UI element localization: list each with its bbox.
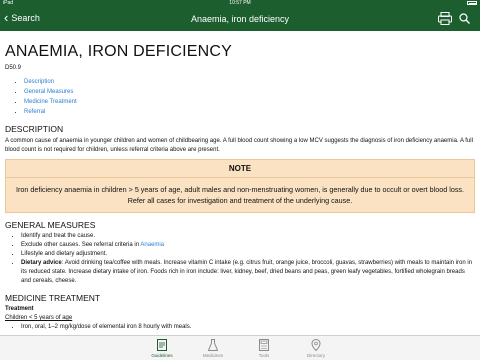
print-icon[interactable] (438, 12, 452, 25)
tab-tools[interactable]: Tools (244, 339, 284, 358)
list-item: Exclude other causes. See referral crite… (21, 241, 475, 250)
toc-link-description[interactable]: Description (24, 79, 54, 85)
anaemia-link[interactable]: Anaemia (140, 242, 164, 248)
treatment-label: Treatment (5, 306, 34, 312)
note-box: NOTE Iron deficiency anaemia in children… (5, 159, 475, 213)
toc-link-referral[interactable]: Referral (24, 109, 45, 115)
dietary-advice-label: Dietary advice (21, 260, 62, 266)
description-text: A common cause of anaemia in younger chi… (5, 138, 473, 153)
tab-guidelines[interactable]: Guidelines (142, 339, 182, 358)
toc-item: General Measures (24, 87, 475, 97)
guideline-content[interactable]: ANAEMIA, IRON DEFICIENCY D50.9 Descripti… (0, 31, 480, 335)
list-item: Iron, oral, 1–2 mg/kg/dose of elemental … (21, 323, 475, 332)
dose-list: Iron, oral, 1–2 mg/kg/dose of elemental … (21, 323, 475, 332)
note-title: NOTE (6, 160, 474, 178)
tab-label: Directory (306, 353, 325, 358)
nav-bar: ‹ Search Anaemia, iron deficiency (0, 7, 480, 31)
general-measures-heading: GENERAL MEASURES (5, 220, 96, 230)
tab-label: Guidelines (151, 353, 173, 358)
medicine-treatment-heading: MEDICINE TREATMENT (5, 293, 101, 303)
tab-label: Tools (258, 353, 270, 358)
clock: 10:57 PM (229, 0, 251, 6)
note-text: Iron deficiency anaemia in children > 5 … (15, 185, 465, 205)
directory-icon (311, 339, 321, 351)
list-item-text: Exclude other causes. See referral crite… (21, 242, 141, 248)
tab-directory[interactable]: Directory (296, 339, 336, 358)
nav-title: Anaemia, iron deficiency (190, 14, 290, 24)
tab-bar: Guidelines Medicines Tools Directory (0, 335, 480, 360)
list-item: Lifestyle and dietary adjustment. (21, 250, 475, 259)
tab-label: Medicines (202, 353, 224, 358)
list-item: Dietary advice: Avoid drinking tea/coffe… (21, 259, 475, 286)
guidelines-icon (157, 339, 167, 351)
medicines-icon (208, 339, 218, 351)
icd-code: D50.9 (5, 65, 22, 71)
toc-link-medicine-treatment[interactable]: Medicine Treatment (24, 99, 77, 105)
description-heading: DESCRIPTION (5, 124, 64, 134)
toc-item: Medicine Treatment (24, 97, 475, 107)
search-icon[interactable] (459, 13, 470, 24)
list-item: Identify and treat the cause. (21, 232, 475, 241)
status-bar: iPad 10:57 PM (0, 0, 480, 7)
dietary-advice-text: : Avoid drinking tea/coffee with meals. … (21, 260, 472, 284)
tools-icon (259, 339, 269, 351)
toc-item: Description (24, 77, 475, 87)
page-title: ANAEMIA, IRON DEFICIENCY (5, 43, 233, 60)
table-of-contents: Description General Measures Medicine Tr… (24, 77, 475, 117)
general-measures-list: Identify and treat the cause. Exclude ot… (21, 232, 475, 286)
children-label: Children < 5 years of age (5, 315, 73, 321)
toc-link-general-measures[interactable]: General Measures (24, 89, 73, 95)
battery-icon (467, 1, 477, 5)
tab-medicines[interactable]: Medicines (193, 339, 233, 358)
toc-item: Referral (24, 107, 475, 117)
